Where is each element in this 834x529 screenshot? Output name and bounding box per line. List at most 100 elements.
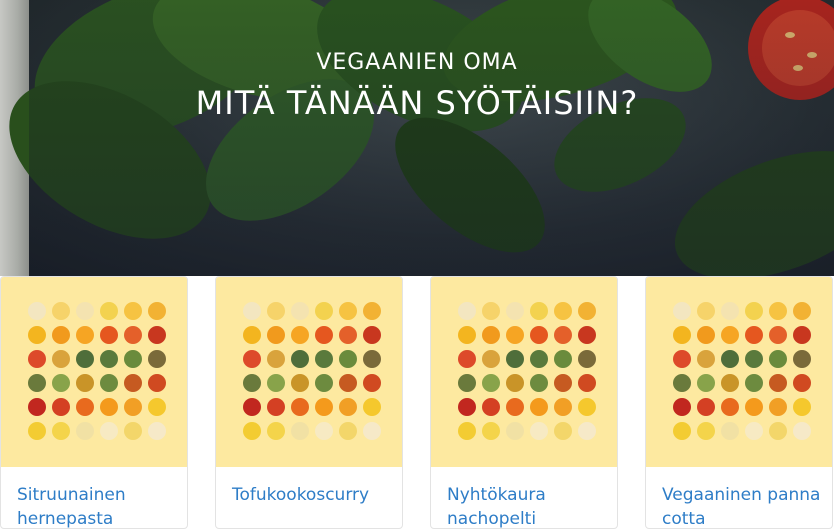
squash-illustration bbox=[76, 350, 94, 368]
squash-illustration bbox=[339, 350, 357, 368]
squash-illustration bbox=[100, 326, 118, 344]
hero-overlay bbox=[29, 0, 834, 276]
squash-illustration bbox=[363, 374, 381, 392]
squash-illustration bbox=[76, 326, 94, 344]
squash-illustration bbox=[482, 326, 500, 344]
squash-illustration bbox=[267, 374, 285, 392]
squash-illustration bbox=[554, 326, 572, 344]
squash-illustration bbox=[363, 350, 381, 368]
squash-illustration bbox=[243, 326, 261, 344]
squash-illustration bbox=[793, 350, 811, 368]
squash-illustration bbox=[148, 398, 166, 416]
squash-illustration bbox=[769, 326, 787, 344]
recipe-card[interactable]: Vegaaninen panna cotta bbox=[645, 276, 833, 529]
squash-illustration bbox=[530, 374, 548, 392]
squash-illustration bbox=[124, 398, 142, 416]
squash-illustration bbox=[315, 350, 333, 368]
recipe-card[interactable]: Tofukookoscurry bbox=[215, 276, 403, 529]
squash-illustration bbox=[721, 302, 739, 320]
squash-illustration bbox=[554, 398, 572, 416]
recipe-card[interactable]: Sitruunainen hernepasta bbox=[0, 276, 188, 529]
recipe-card[interactable]: Nyhtökaura nachopelti bbox=[430, 276, 618, 529]
recipe-card-image[interactable] bbox=[1, 277, 187, 467]
squash-illustration bbox=[458, 350, 476, 368]
recipe-card-title[interactable]: Vegaaninen panna cotta bbox=[662, 483, 824, 528]
squash-illustration bbox=[363, 326, 381, 344]
squash-illustration bbox=[363, 302, 381, 320]
squash-illustration bbox=[530, 302, 548, 320]
squash-illustration bbox=[673, 374, 691, 392]
squash-illustration bbox=[769, 374, 787, 392]
squash-illustration bbox=[530, 398, 548, 416]
squash-illustration bbox=[148, 374, 166, 392]
squash-illustration bbox=[243, 302, 261, 320]
squash-illustration bbox=[745, 350, 763, 368]
hero-banner: VEGAANIEN OMA MITÄ TÄNÄÄN SYÖTÄISIIN? bbox=[0, 0, 834, 276]
squash-illustration bbox=[52, 302, 70, 320]
squash-illustration bbox=[363, 422, 381, 440]
squash-illustration bbox=[793, 326, 811, 344]
recipe-card-title[interactable]: Sitruunainen hernepasta bbox=[17, 483, 179, 528]
squash-illustration bbox=[291, 398, 309, 416]
squash-illustration bbox=[124, 302, 142, 320]
squash-illustration bbox=[554, 422, 572, 440]
squash-illustration bbox=[578, 350, 596, 368]
squash-illustration bbox=[52, 422, 70, 440]
squash-illustration bbox=[506, 326, 524, 344]
squash-illustration bbox=[721, 422, 739, 440]
squash-illustration bbox=[28, 350, 46, 368]
squash-illustration bbox=[124, 374, 142, 392]
squash-illustration bbox=[363, 398, 381, 416]
squash-illustration bbox=[769, 302, 787, 320]
squash-illustration bbox=[506, 302, 524, 320]
squash-illustration bbox=[100, 374, 118, 392]
squash-illustration bbox=[100, 398, 118, 416]
squash-illustration bbox=[745, 374, 763, 392]
squash-illustration bbox=[697, 398, 715, 416]
squash-illustration bbox=[506, 350, 524, 368]
squash-illustration bbox=[458, 326, 476, 344]
squash-illustration bbox=[721, 398, 739, 416]
squash-illustration bbox=[769, 422, 787, 440]
squash-illustration bbox=[506, 422, 524, 440]
recipe-card-image[interactable] bbox=[646, 277, 832, 467]
squash-illustration bbox=[124, 350, 142, 368]
squash-illustration bbox=[148, 422, 166, 440]
squash-illustration bbox=[291, 422, 309, 440]
squash-illustration bbox=[578, 422, 596, 440]
recipe-card-image[interactable] bbox=[216, 277, 402, 467]
squash-illustration bbox=[458, 422, 476, 440]
squash-illustration bbox=[267, 350, 285, 368]
recipe-card-image[interactable] bbox=[431, 277, 617, 467]
squash-illustration bbox=[697, 302, 715, 320]
squash-illustration bbox=[124, 326, 142, 344]
squash-illustration bbox=[339, 326, 357, 344]
squash-illustration bbox=[148, 326, 166, 344]
squash-illustration bbox=[243, 374, 261, 392]
squash-illustration bbox=[769, 350, 787, 368]
squash-illustration bbox=[458, 398, 476, 416]
squash-illustration bbox=[793, 398, 811, 416]
squash-illustration bbox=[745, 398, 763, 416]
squash-illustration bbox=[721, 326, 739, 344]
squash-illustration bbox=[458, 374, 476, 392]
squash-illustration bbox=[506, 398, 524, 416]
squash-illustration bbox=[482, 398, 500, 416]
squash-illustration bbox=[28, 326, 46, 344]
squash-illustration bbox=[291, 302, 309, 320]
squash-illustration bbox=[482, 374, 500, 392]
recipe-card-list: Sitruunainen hernepasta Tofukookoscurry … bbox=[0, 276, 834, 529]
squash-illustration bbox=[291, 350, 309, 368]
recipe-card-title[interactable]: Tofukookoscurry bbox=[232, 483, 394, 507]
squash-illustration bbox=[267, 398, 285, 416]
squash-illustration bbox=[506, 374, 524, 392]
recipe-card-title[interactable]: Nyhtökaura nachopelti bbox=[447, 483, 609, 528]
squash-illustration bbox=[100, 422, 118, 440]
squash-illustration bbox=[315, 302, 333, 320]
squash-illustration bbox=[554, 302, 572, 320]
squash-illustration bbox=[482, 350, 500, 368]
squash-illustration bbox=[124, 422, 142, 440]
squash-illustration bbox=[745, 302, 763, 320]
squash-illustration bbox=[76, 302, 94, 320]
squash-illustration bbox=[148, 350, 166, 368]
